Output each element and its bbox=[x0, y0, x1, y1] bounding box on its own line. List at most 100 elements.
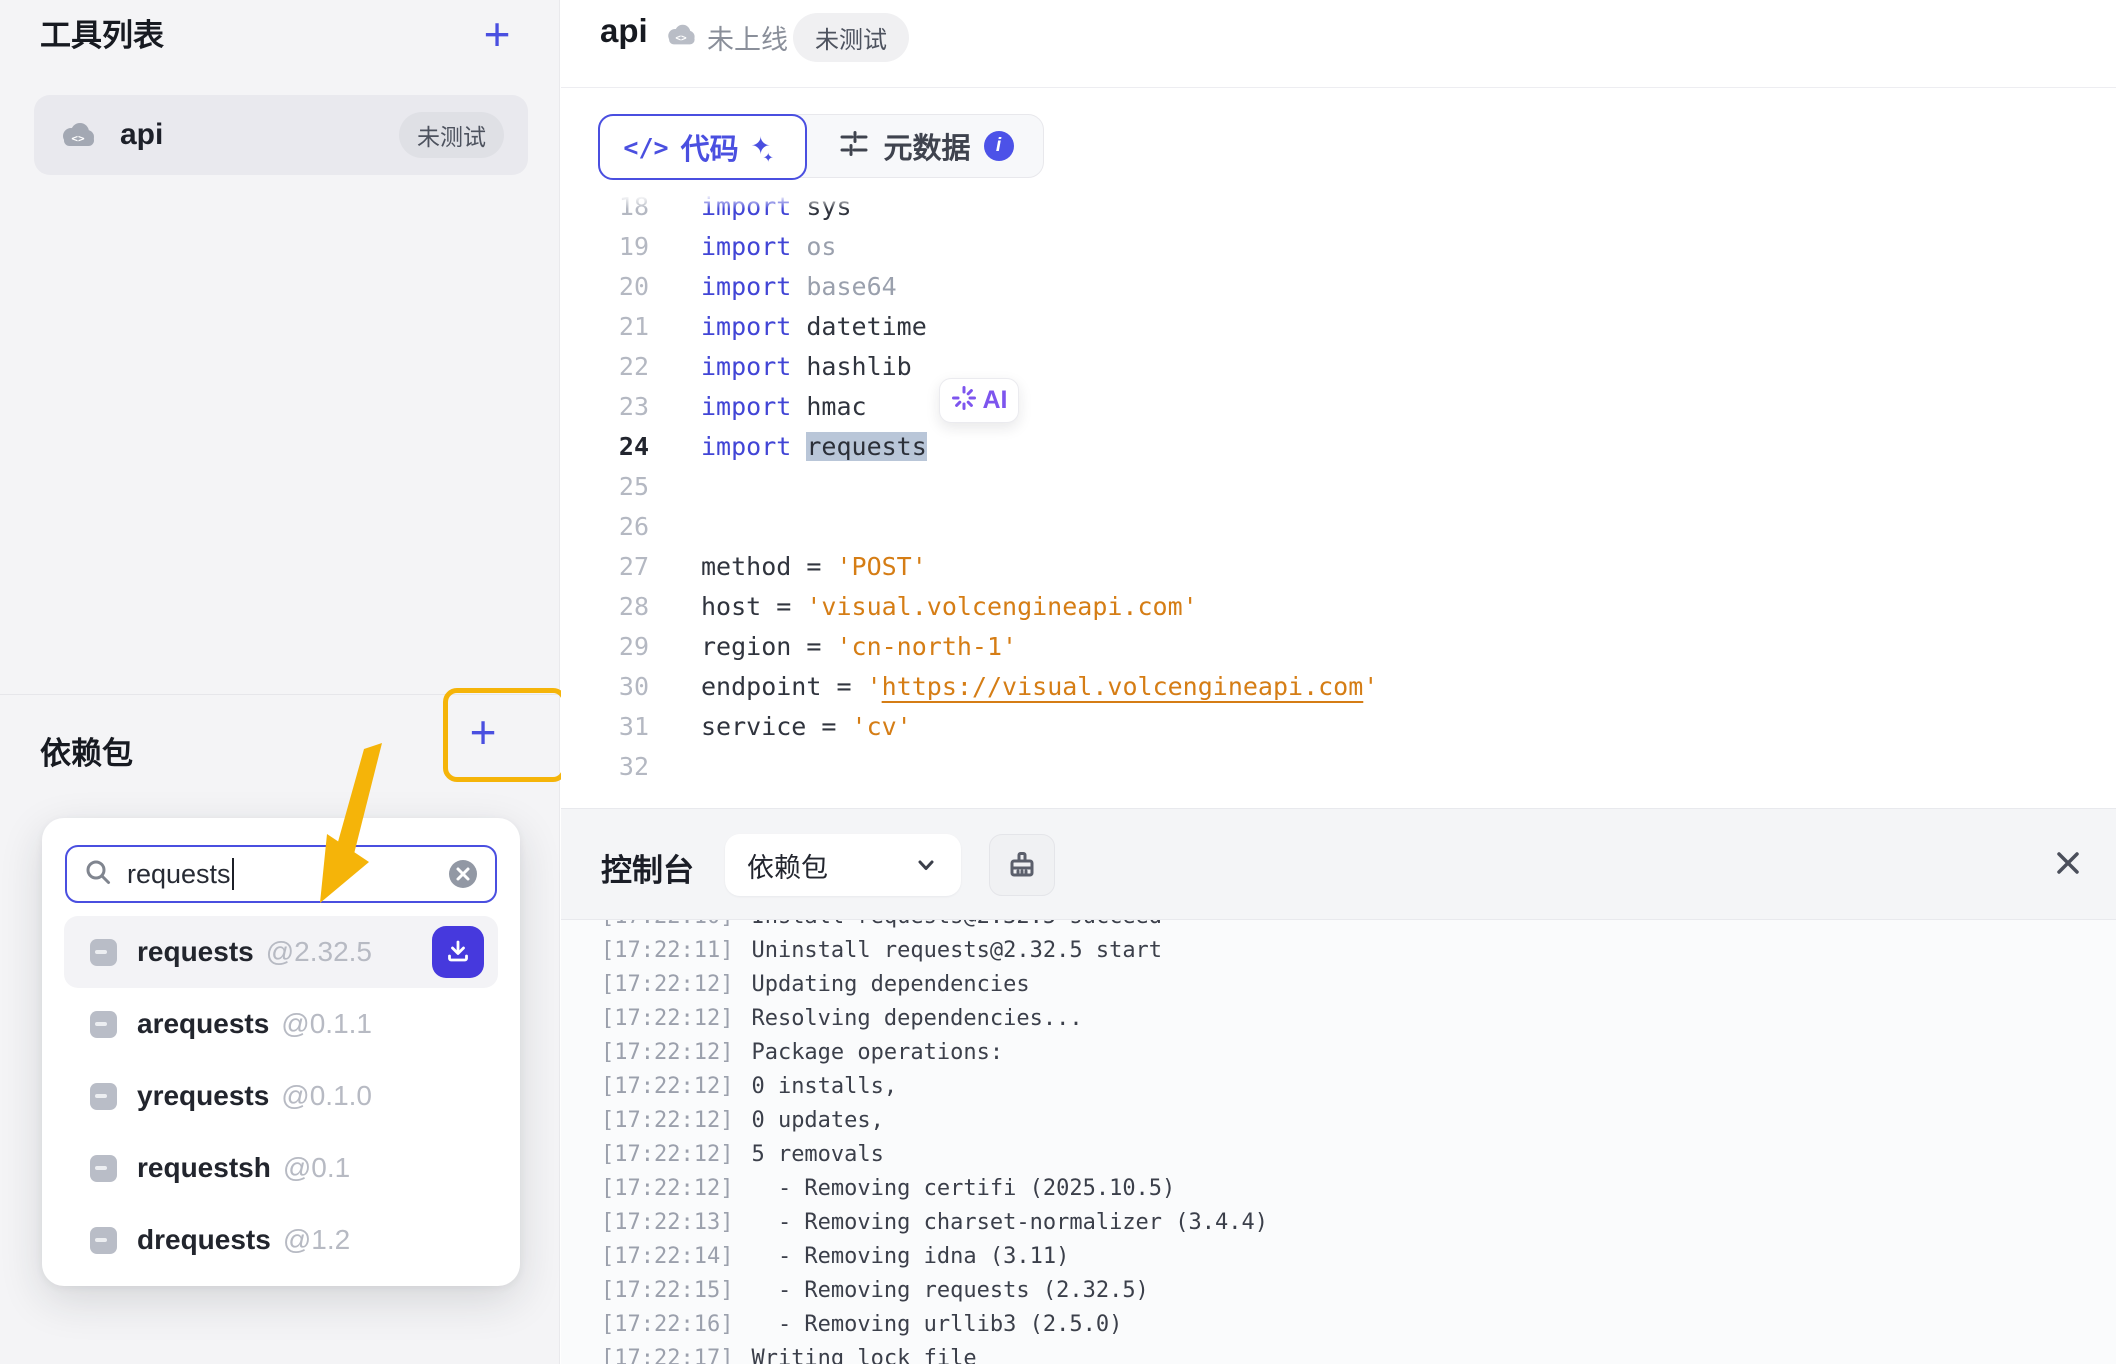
ai-button-label: AI bbox=[983, 386, 1008, 415]
code-line[interactable]: 28host = 'visual.volcengineapi.com' bbox=[561, 586, 2116, 626]
line-content: import base64 bbox=[649, 272, 897, 301]
log-text: - Removing certifi (2025.10.5) bbox=[751, 1176, 1175, 1201]
log-line: [17:22:14] - Removing idna (3.11) bbox=[561, 1239, 2116, 1273]
tab-metadata-label: 元数据 bbox=[883, 125, 970, 167]
package-name: arequests bbox=[137, 1008, 269, 1040]
code-line[interactable]: 23import hmac bbox=[561, 386, 2116, 426]
log-text: Uninstall requests@2.32.5 start bbox=[751, 938, 1162, 963]
log-text: - Removing idna (3.11) bbox=[751, 1244, 1069, 1269]
package-item[interactable]: yrequests@0.1.0 bbox=[64, 1060, 498, 1132]
package-version: @1.2 bbox=[283, 1224, 350, 1256]
online-status-label: 未上线 bbox=[707, 18, 788, 57]
svg-text:<>: <> bbox=[675, 33, 687, 44]
code-line[interactable]: 27method = 'POST' bbox=[561, 546, 2116, 586]
line-number: 30 bbox=[561, 672, 649, 701]
log-text: Updating dependencies bbox=[751, 972, 1029, 997]
line-number: 29 bbox=[561, 632, 649, 661]
log-time: [17:22:12] bbox=[561, 1006, 733, 1031]
tools-sidebar: 工具列表 + <> api 未测试 依赖包 + requ bbox=[0, 0, 560, 1364]
code-line[interactable]: 20import base64 bbox=[561, 266, 2116, 306]
code-line[interactable]: 30endpoint = 'https://visual.volcenginea… bbox=[561, 666, 2116, 706]
log-text: - Removing requests (2.32.5) bbox=[751, 1278, 1148, 1303]
log-line: [17:22:15] - Removing requests (2.32.5) bbox=[561, 1273, 2116, 1307]
log-line: [17:22:12]5 removals bbox=[561, 1137, 2116, 1171]
package-item[interactable]: drequests@1.2 bbox=[64, 1204, 498, 1276]
cloud-status-icon: <> bbox=[664, 22, 698, 48]
console-log-output[interactable]: [17:22:10]Install requests@2.32.5 succee… bbox=[561, 920, 2116, 1364]
log-time: [17:22:17] bbox=[561, 1346, 733, 1364]
log-line: [17:22:12]Updating dependencies bbox=[561, 967, 2116, 1001]
log-line: [17:22:12] - Removing certifi (2025.10.5… bbox=[561, 1171, 2116, 1205]
code-line[interactable]: 31service = 'cv' bbox=[561, 706, 2116, 746]
code-line[interactable]: 24import requests bbox=[561, 426, 2116, 466]
log-time: [17:22:15] bbox=[561, 1278, 733, 1303]
tool-item-api[interactable]: <> api 未测试 bbox=[34, 95, 528, 175]
code-line[interactable]: 32 bbox=[561, 746, 2116, 786]
package-item[interactable]: requestsh@0.1 bbox=[64, 1132, 498, 1204]
line-content: import datetime bbox=[649, 312, 927, 341]
log-time: [17:22:16] bbox=[561, 1312, 733, 1337]
line-content: import sys bbox=[649, 195, 852, 221]
package-name: yrequests bbox=[137, 1080, 269, 1112]
code-line[interactable]: 25 bbox=[561, 466, 2116, 506]
line-number: 31 bbox=[561, 712, 649, 741]
package-icon bbox=[90, 1011, 117, 1038]
code-line[interactable]: 26 bbox=[561, 506, 2116, 546]
package-search-input[interactable]: requests bbox=[65, 845, 497, 903]
log-line: [17:22:11] Uninstall requests@2.32.5 star… bbox=[561, 933, 2116, 967]
install-package-button[interactable] bbox=[432, 926, 484, 978]
code-line[interactable]: 18import sys bbox=[561, 195, 2116, 226]
code-icon: </> bbox=[623, 133, 668, 162]
code-editor[interactable]: 18import sys19import os20import base6421… bbox=[561, 195, 2116, 808]
log-text: Install requests@2.32.5 succeed bbox=[751, 920, 1162, 929]
code-line[interactable]: 21import datetime bbox=[561, 306, 2116, 346]
main-panel: api <> 未上线 未测试 元数据 i </> bbox=[561, 0, 2116, 1364]
code-line[interactable]: 19import os bbox=[561, 226, 2116, 266]
clear-console-button[interactable] bbox=[989, 834, 1055, 896]
tools-list-title: 工具列表 bbox=[40, 10, 164, 55]
log-time: [17:22:13] bbox=[561, 1210, 733, 1235]
cloud-code-icon: <> bbox=[58, 120, 98, 150]
search-icon bbox=[83, 857, 113, 892]
log-line: [17:22:10]Install requests@2.32.5 succee… bbox=[561, 920, 2116, 933]
line-number: 22 bbox=[561, 352, 649, 381]
line-number: 20 bbox=[561, 272, 649, 301]
tab-code[interactable]: </> 代码 ✦✦ bbox=[598, 114, 807, 180]
package-results: requests@2.32.5arequests@0.1.1yrequests@… bbox=[64, 916, 498, 1276]
add-dependency-button[interactable]: + bbox=[457, 706, 509, 758]
log-time: [17:22:14] bbox=[561, 1244, 733, 1269]
package-item[interactable]: arequests @0.1.1 bbox=[64, 988, 498, 1060]
package-item[interactable]: requests@2.32.5 bbox=[64, 916, 498, 988]
line-number: 19 bbox=[561, 232, 649, 261]
line-number: 27 bbox=[561, 552, 649, 581]
line-content: import os bbox=[649, 232, 836, 261]
line-content: host = 'visual.volcengineapi.com' bbox=[649, 592, 1198, 621]
close-console-button[interactable] bbox=[2046, 841, 2090, 885]
svg-text:<>: <> bbox=[71, 132, 85, 145]
line-content: import hashlib bbox=[649, 352, 912, 381]
ai-assist-button[interactable]: AI bbox=[939, 378, 1019, 423]
code-line[interactable]: 22import hashlib bbox=[561, 346, 2116, 386]
package-version: @2.32.5 bbox=[266, 936, 372, 968]
package-icon bbox=[90, 939, 117, 966]
line-number: 25 bbox=[561, 472, 649, 501]
tab-metadata[interactable]: 元数据 i bbox=[807, 115, 1045, 177]
log-line: [17:22:16] - Removing urllib3 (2.5.0) bbox=[561, 1307, 2116, 1341]
package-version: @0.1 bbox=[283, 1152, 350, 1184]
log-text: - Removing charset-normalizer (3.4.4) bbox=[751, 1210, 1268, 1235]
log-time: [17:22:11] bbox=[561, 938, 733, 963]
add-tool-button[interactable]: + bbox=[471, 8, 523, 60]
line-number: 32 bbox=[561, 752, 649, 781]
info-icon: i bbox=[984, 131, 1014, 161]
test-status-badge: 未测试 bbox=[793, 13, 909, 62]
package-version: @0.1.1 bbox=[281, 1008, 372, 1040]
log-time: [17:22:12] bbox=[561, 1176, 733, 1201]
line-number: 24 bbox=[561, 432, 649, 461]
log-text: 5 removals bbox=[751, 1142, 883, 1167]
console-filter-select[interactable]: 依赖包 bbox=[725, 834, 961, 896]
line-content: import requests bbox=[649, 432, 927, 461]
tool-status-badge: 未测试 bbox=[399, 112, 504, 158]
code-line[interactable]: 29region = 'cn-north-1' bbox=[561, 626, 2116, 666]
clear-search-icon[interactable] bbox=[447, 858, 479, 890]
log-time: [17:22:12] bbox=[561, 1108, 733, 1133]
